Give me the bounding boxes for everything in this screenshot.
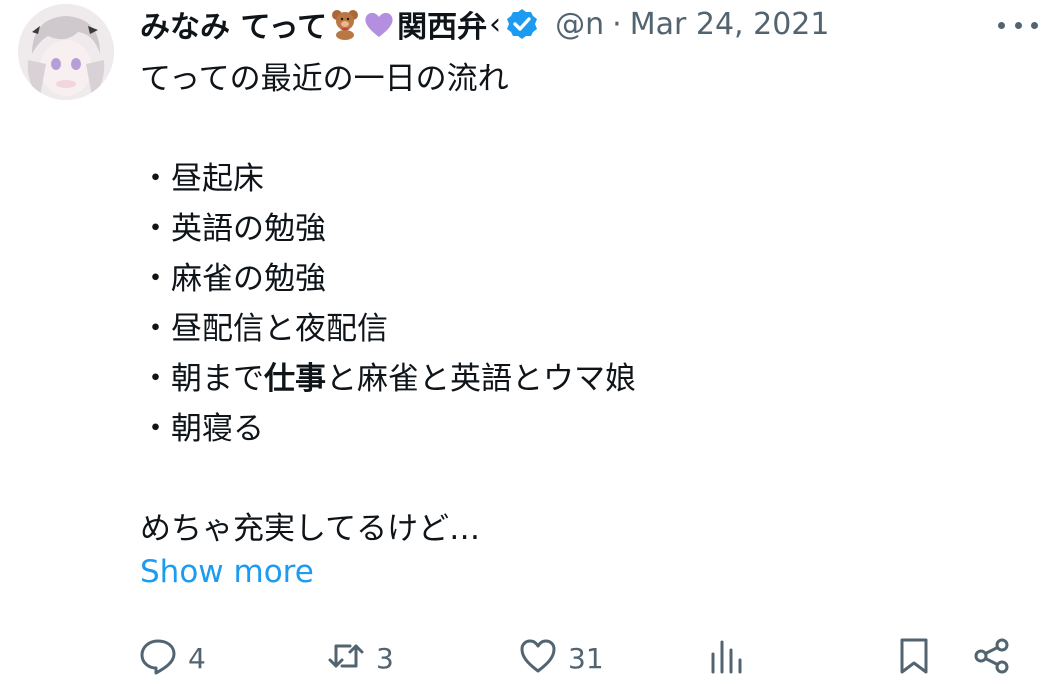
share-button[interactable] (972, 636, 1012, 680)
text-line: ・昼配信と夜配信 (140, 311, 388, 347)
like-button[interactable]: 31 (518, 636, 604, 680)
reply-icon (138, 636, 178, 680)
text-line: ・英語の勉強 (140, 211, 326, 247)
text-line: めちゃ充実してるけど… (140, 511, 481, 547)
display-name[interactable]: みなみ てって (140, 2, 327, 46)
purple-heart-icon (363, 8, 395, 40)
text-line: ・朝まで仕事と麻雀と英語とウマ娘 (140, 354, 1020, 404)
bookmark-button[interactable] (894, 636, 934, 680)
bookmark-icon (894, 636, 934, 680)
separator-dot: · (612, 6, 622, 42)
teddy-bear-icon (329, 8, 361, 40)
like-count: 31 (568, 641, 604, 675)
show-more-link[interactable]: Show more (140, 554, 314, 590)
text-line-blank (140, 104, 1020, 154)
handle[interactable]: @n (555, 7, 604, 42)
text-line: ・朝寝る (140, 411, 264, 447)
more-icon[interactable] (998, 10, 1038, 40)
text-line: ・麻雀の勉強 (140, 261, 326, 297)
retweet-icon (326, 636, 366, 680)
views-button[interactable] (706, 636, 746, 680)
tweet-header: みなみ てって 関西弁 ‹ @n · Mar 24, 2021 (140, 2, 1040, 46)
text-line: てっての最近の一日の流れ (140, 61, 509, 97)
retweet-button[interactable]: 3 (326, 636, 394, 680)
share-icon (972, 636, 1012, 680)
display-name-tail[interactable]: 関西弁 (397, 2, 487, 46)
text-segment: と麻雀と英語とウマ娘 (326, 361, 636, 397)
bold-text-segment: 仕事 (264, 361, 326, 397)
like-icon (518, 636, 558, 680)
reply-count: 4 (188, 641, 206, 675)
avatar[interactable] (18, 4, 114, 100)
views-icon (706, 636, 746, 680)
verified-badge-icon (505, 7, 539, 41)
name-truncation: ‹ (489, 6, 502, 42)
action-bar: 4 3 31 (138, 628, 1018, 684)
tweet-date[interactable]: Mar 24, 2021 (630, 7, 830, 42)
text-line: ・昼起床 (140, 161, 264, 197)
retweet-count: 3 (376, 641, 394, 675)
text-line-blank (140, 454, 1020, 504)
tweet-text: てっての最近の一日の流れ ・昼起床 ・英語の勉強 ・麻雀の勉強 ・昼配信と夜配信… (140, 54, 1020, 554)
text-segment: ・朝まで (140, 361, 264, 397)
reply-button[interactable]: 4 (138, 636, 206, 680)
